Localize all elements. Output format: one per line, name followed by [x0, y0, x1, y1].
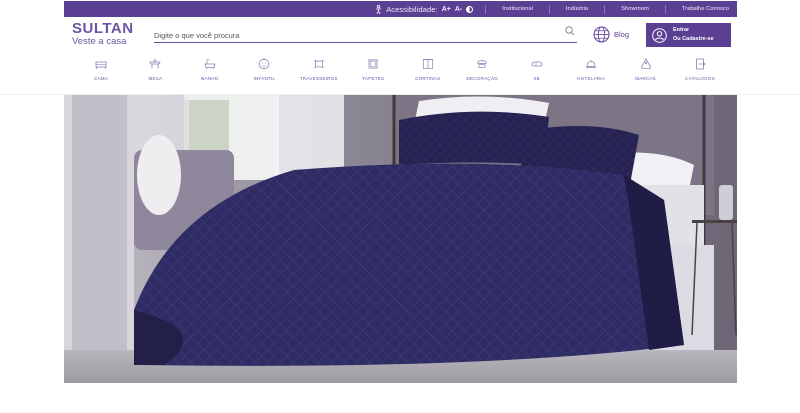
category-sb[interactable]: SB	[512, 58, 562, 92]
link-trabalhe-conosco[interactable]: Trabalhe Conosco	[666, 6, 737, 12]
curtain-icon	[422, 59, 433, 69]
category-label: SB	[533, 76, 540, 81]
logo-tagline: Veste a casa	[72, 36, 127, 47]
pillow-icon	[314, 59, 324, 69]
search-icon[interactable]	[565, 25, 575, 37]
search-bar	[154, 25, 577, 43]
category-label: CATALOGOS	[685, 76, 715, 81]
blog-link[interactable]: Blog	[593, 26, 629, 43]
sultan-logo[interactable]: SULTAN Veste a casa	[72, 21, 142, 47]
accessibility-icon	[376, 4, 382, 14]
hero-banner[interactable]	[64, 95, 737, 383]
contrast-toggle-icon[interactable]	[466, 5, 474, 13]
blog-label: Blog	[614, 30, 630, 39]
category-label: MARCAS	[635, 76, 656, 81]
category-label: HOTELARIA	[577, 76, 605, 81]
lamp-icon	[477, 60, 488, 68]
hero-bed-image	[64, 95, 737, 383]
link-showroom[interactable]: Showroom	[605, 6, 665, 12]
category-catalogos[interactable]: CATALOGOS	[675, 58, 725, 92]
page: Acessibilidade: A+ A- Institucional Indú…	[0, 0, 800, 413]
link-industria[interactable]: Indústria	[550, 6, 604, 12]
hotel-bell-icon	[586, 60, 597, 68]
slipper-icon	[531, 61, 543, 67]
category-cortinas[interactable]: CORTINAS	[403, 58, 453, 92]
link-institucional[interactable]: Institucional	[486, 6, 549, 12]
catalog-icon	[696, 58, 706, 70]
category-label: BANHO	[201, 76, 219, 81]
font-decrease-button[interactable]: A-	[455, 6, 462, 13]
category-hotelaria[interactable]: HOTELARIA	[566, 58, 616, 92]
bathtub-icon	[204, 59, 216, 70]
table-icon	[149, 59, 162, 69]
globe-icon	[593, 26, 610, 43]
signup-label: Ou Cadastre-se	[673, 36, 714, 42]
category-banho[interactable]: BANHO	[185, 58, 235, 92]
accessibility-label: Acessibilidade:	[386, 4, 438, 14]
category-nav: CAMA MESA BANHO INFANTIL TRAVESSEIROS TA…	[64, 58, 737, 92]
category-cama[interactable]: CAMA	[76, 58, 126, 92]
category-label: CAMA	[93, 76, 109, 81]
category-travesseiros[interactable]: TRAVESSEIROS	[294, 58, 344, 92]
category-label: MESA	[148, 76, 163, 81]
category-mesa[interactable]: MESA	[130, 58, 180, 92]
rug-icon	[368, 59, 379, 69]
top-utility-bar: Acessibilidade: A+ A- Institucional Indú…	[64, 1, 737, 17]
accessibility-controls: Acessibilidade: A+ A-	[375, 4, 474, 14]
baby-icon	[259, 58, 270, 70]
category-decoracao[interactable]: DECORAÇÃO	[457, 58, 507, 92]
category-label: TRAVESSEIROS	[299, 76, 338, 81]
search-input[interactable]	[154, 28, 554, 40]
login-button[interactable]: Entrar Ou Cadastre-se	[646, 23, 731, 47]
category-marcas[interactable]: MARCAS	[621, 58, 671, 92]
login-label: Entrar	[673, 27, 690, 33]
user-icon	[652, 27, 667, 43]
tag-icon	[640, 58, 651, 69]
category-label: DECORAÇÃO	[466, 76, 498, 81]
category-label: INFANTIL	[253, 76, 276, 81]
category-label: TAPETES	[362, 76, 385, 81]
category-tapetes[interactable]: TAPETES	[348, 58, 398, 92]
login-text: Entrar Ou Cadastre-se	[673, 26, 714, 44]
category-label: CORTINAS	[415, 76, 441, 81]
font-increase-button[interactable]: A+	[442, 6, 451, 13]
category-infantil[interactable]: INFANTIL	[239, 58, 289, 92]
bed-icon	[95, 61, 107, 69]
logo-wordmark: SULTAN	[72, 20, 134, 37]
